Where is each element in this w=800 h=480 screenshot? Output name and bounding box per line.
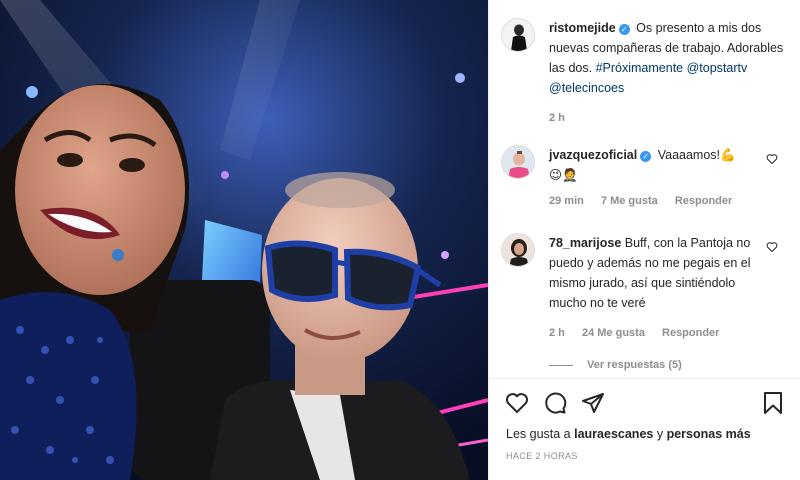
likes-others-link[interactable]: personas más [667, 427, 751, 441]
view-replies-button[interactable]: Ver respuestas (5) [587, 355, 682, 375]
caption-time: 2 h [549, 112, 565, 124]
likes-summary: Les gusta a lauraescanes y personas más [506, 427, 751, 441]
liked-by-username[interactable]: lauraescanes [574, 427, 653, 441]
mention-link-telecincoes[interactable]: @telecincoes [549, 81, 624, 95]
commenter-avatar-image [502, 234, 534, 266]
post-photo[interactable] [0, 0, 488, 480]
mention-link-topstartv[interactable]: @topstartv [687, 61, 748, 75]
likes-prefix: Les gusta a [506, 427, 571, 441]
commenter-avatar[interactable] [501, 233, 535, 267]
comment-emoji-line: 😉🤵 [549, 168, 578, 182]
commenter-username[interactable]: jvazquezoficial [549, 148, 637, 162]
likes-middle: y [656, 427, 664, 441]
comment-text-block: jvazquezoficial ✓ Vaaaamos!💪 😉🤵 29 min 7 … [549, 145, 746, 211]
author-avatar[interactable] [501, 18, 535, 52]
comment-meta: 29 min 7 Me gusta Responder [549, 191, 746, 211]
reply-button[interactable]: Responder [675, 195, 732, 207]
caption-meta: 2 h [549, 108, 791, 128]
comment-icon[interactable] [543, 391, 567, 415]
commenter-avatar-image [502, 146, 534, 178]
comment-heart-icon[interactable] [766, 241, 778, 253]
instagram-post: ristomejide ✓ Os presento a mis dos nueva… [0, 0, 800, 480]
comment-item: 78_marijose Buff, con la Pantoja no pued… [501, 233, 791, 375]
comment-time: 29 min [549, 195, 584, 207]
comment-likes[interactable]: 7 Me gusta [601, 195, 658, 207]
author-username[interactable]: ristomejide [549, 21, 616, 35]
view-replies-row[interactable]: Ver respuestas (5) [549, 355, 764, 375]
posted-ago: HACE 2 HORAS [506, 451, 578, 461]
comment-text: Vaaaamos!💪 [657, 148, 736, 162]
bookmark-icon[interactable] [761, 391, 785, 415]
caption-text-block: ristomejide ✓ Os presento a mis dos nueva… [549, 18, 791, 128]
heart-icon[interactable] [505, 391, 529, 415]
comment-time: 2 h [549, 327, 565, 339]
comment-heart-icon[interactable] [766, 153, 778, 165]
verified-badge-icon: ✓ [618, 24, 630, 35]
send-icon[interactable] [581, 391, 605, 415]
commenter-avatar[interactable] [501, 145, 535, 179]
reply-button[interactable]: Responder [662, 327, 719, 339]
post-actions: Les gusta a lauraescanes y personas más … [489, 378, 800, 480]
hashtag-link[interactable]: #Próximamente [596, 61, 684, 75]
commenter-username[interactable]: 78_marijose [549, 236, 621, 250]
comments-panel: ristomejide ✓ Os presento a mis dos nueva… [488, 0, 800, 480]
comment-text-block: 78_marijose Buff, con la Pantoja no pued… [549, 233, 764, 375]
comment-item: jvazquezoficial ✓ Vaaaamos!💪 😉🤵 29 min 7 … [501, 145, 791, 211]
verified-badge-icon: ✓ [640, 151, 652, 162]
selfie-image [0, 0, 488, 480]
replies-divider [549, 364, 573, 366]
comment-meta: 2 h 24 Me gusta Responder [549, 323, 764, 343]
caption-row: ristomejide ✓ Os presento a mis dos nueva… [501, 18, 791, 128]
author-avatar-image [502, 19, 534, 51]
comment-likes[interactable]: 24 Me gusta [582, 327, 645, 339]
